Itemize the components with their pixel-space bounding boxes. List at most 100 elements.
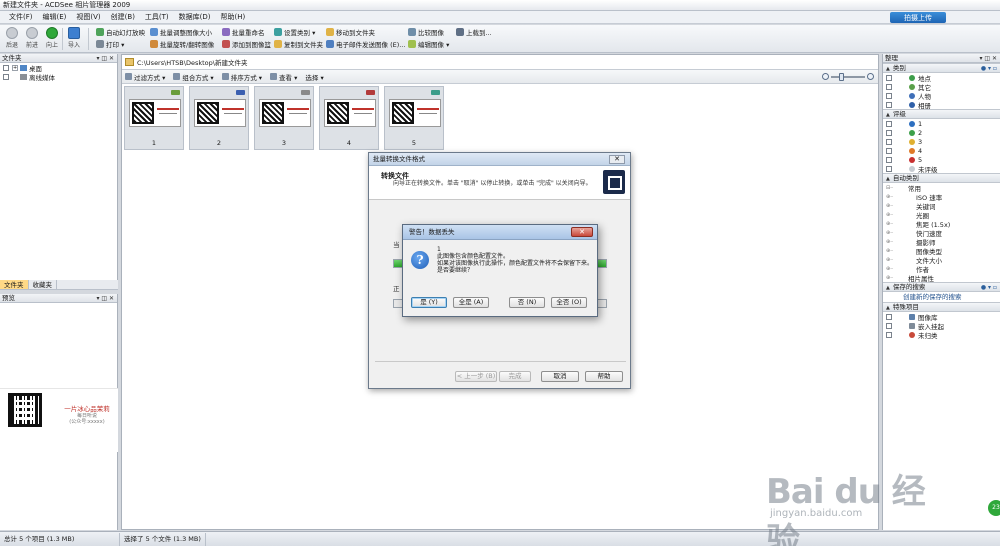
rating-item[interactable]: 3 [883, 137, 1000, 146]
zoom-out-icon[interactable] [822, 73, 829, 80]
category-item[interactable]: 地点 [883, 73, 1000, 83]
tab-folders[interactable]: 文件夹 [0, 280, 29, 289]
auto-category-item[interactable]: ⊕┈ 文件大小 [883, 255, 1000, 265]
expand-icon[interactable]: + [12, 64, 18, 71]
checkbox[interactable] [886, 138, 892, 145]
checkbox[interactable] [886, 322, 892, 329]
group-button[interactable]: 组合方式 ▾ [173, 72, 214, 82]
checkbox[interactable] [886, 129, 892, 136]
upload-button[interactable]: 拍摄上传 [890, 12, 946, 23]
checkbox[interactable] [886, 313, 892, 320]
no-to-all-button[interactable]: 全否 (O) [551, 297, 587, 308]
category-item[interactable]: 人物 [883, 91, 1000, 101]
thumbnail[interactable]: 4 [319, 86, 379, 150]
rating-item[interactable]: 1 [883, 119, 1000, 128]
tree-item-offline[interactable]: 离线媒体 [0, 72, 117, 82]
forward-button[interactable]: 前进 [22, 27, 42, 49]
category-item[interactable]: 相册 [883, 100, 1000, 110]
move-to-folder-button[interactable]: 移动到文件夹 [326, 27, 405, 37]
up-button[interactable]: 向上 [42, 27, 62, 49]
zoom-in-icon[interactable] [867, 73, 874, 80]
add-to-basket-button[interactable]: 添加到图像篮 [222, 39, 271, 49]
rating-item[interactable]: 5 [883, 155, 1000, 164]
tree-item-desktop[interactable]: + 桌面 [0, 63, 117, 73]
edit-image-button[interactable]: 编辑图像 ▾ [408, 39, 449, 49]
rating-item[interactable]: 4 [883, 146, 1000, 155]
menu-file[interactable]: 文件(F) [4, 11, 38, 24]
yes-button[interactable]: 是 (Y) [411, 297, 447, 308]
menu-edit[interactable]: 编辑(E) [38, 11, 72, 24]
yes-to-all-button[interactable]: 全是 (A) [453, 297, 489, 308]
thumbnail[interactable]: 3 [254, 86, 314, 150]
panel-pin-icon[interactable]: ▾ ◫ ✕ [979, 54, 997, 63]
auto-category-item[interactable]: ⊕┈ ISO 速率 [883, 192, 1000, 202]
categories-header[interactable]: ▲ 类别 ● ▾ ▫ [883, 63, 1000, 73]
set-category-button[interactable]: 设置类别 ▾ [274, 27, 323, 37]
menu-tools[interactable]: 工具(T) [140, 11, 174, 24]
create-saved-search-link[interactable]: 创建新的保存的搜索 [883, 292, 1000, 302]
checkbox[interactable] [886, 92, 892, 99]
zoom-slider[interactable] [831, 72, 865, 81]
copy-to-folder-button[interactable]: 复制到文件夹 [274, 39, 323, 49]
print-button[interactable]: 打印 ▾ [96, 39, 145, 49]
checkbox[interactable] [3, 73, 9, 80]
batch-rename-button[interactable]: 批量重命名 [222, 27, 271, 37]
checkbox[interactable] [886, 74, 892, 81]
help-button[interactable]: 帮助 [585, 371, 623, 382]
auto-category-item[interactable]: ⊕┈ 关键词 [883, 201, 1000, 211]
path-bar[interactable]: C:\Users\HTSB\Desktop\新建文件夹 [122, 55, 878, 70]
select-button[interactable]: 选择 ▾ [305, 72, 323, 82]
saved-searches-header[interactable]: ▲ 保存的搜索 ● ▾ ▫ [883, 282, 1000, 292]
batch-rotate-button[interactable]: 批量旋转/翻转图像 [150, 39, 214, 49]
menu-create[interactable]: 创建(B) [106, 11, 140, 24]
back-step-button[interactable]: < 上一步 (B) [455, 371, 497, 382]
rating-header[interactable]: ▲ 评级 [883, 109, 1000, 119]
finish-button[interactable]: 完成 [499, 371, 531, 382]
checkbox[interactable] [886, 156, 892, 163]
batch-resize-button[interactable]: 批量调整图像大小 [150, 27, 214, 37]
panel-pin-icon[interactable]: ▾ ◫ ✕ [96, 54, 114, 63]
import-button[interactable]: 导入 [64, 27, 84, 49]
back-button[interactable]: 后退 [2, 27, 22, 49]
checkbox[interactable] [886, 83, 892, 90]
checkbox[interactable] [3, 64, 9, 71]
view-button[interactable]: 查看 ▾ [270, 72, 297, 82]
zoom-slider-handle[interactable] [839, 72, 844, 81]
close-icon[interactable]: ✕ [609, 155, 625, 164]
close-icon[interactable]: ✕ [571, 227, 593, 237]
menu-help[interactable]: 帮助(H) [216, 11, 251, 24]
slideshow-button[interactable]: 自动幻灯放映 [96, 27, 145, 37]
add-category-icon[interactable]: ● ▾ ▫ [981, 64, 997, 73]
zoom-control[interactable] [822, 72, 874, 81]
thumbnail[interactable]: 1 [124, 86, 184, 150]
rating-item[interactable]: 未评级 [883, 164, 1000, 174]
sort-button[interactable]: 排序方式 ▾ [221, 72, 262, 82]
special-items-header[interactable]: ▲ 特殊项目 [883, 302, 1000, 312]
category-item[interactable]: 其它 [883, 82, 1000, 92]
upload-to-button[interactable]: 上载到... [456, 27, 492, 37]
filter-button[interactable]: 过滤方式 ▾ [125, 72, 165, 82]
checkbox[interactable] [886, 165, 892, 172]
menu-database[interactable]: 数据库(D) [174, 11, 216, 24]
thumbnail[interactable]: 5 [384, 86, 444, 150]
checkbox[interactable] [886, 101, 892, 108]
panel-pin-icon[interactable]: ▾ ◫ ✕ [96, 294, 114, 303]
auto-category-item[interactable]: ⊕┈ 作者 [883, 264, 1000, 274]
menu-view[interactable]: 视图(V) [71, 11, 105, 24]
rating-item[interactable]: 2 [883, 128, 1000, 137]
checkbox[interactable] [886, 331, 892, 338]
email-images-button[interactable]: 电子邮件发送图像 (E)... [326, 39, 405, 49]
checkbox[interactable] [886, 147, 892, 154]
cancel-button[interactable]: 取消 [541, 371, 579, 382]
checkbox[interactable] [886, 120, 892, 127]
auto-categories-header[interactable]: ▲ 自动类别 [883, 173, 1000, 183]
thumbnail[interactable]: 2 [189, 86, 249, 150]
special-item[interactable]: 未归类 [883, 330, 1000, 340]
no-button[interactable]: 否 (N) [509, 297, 545, 308]
add-search-icon[interactable]: ● ▾ ▫ [981, 283, 997, 292]
tab-favorites[interactable]: 收藏夹 [29, 280, 57, 289]
auto-category-root[interactable]: ⊕┈ 相片属性 [883, 273, 1000, 283]
special-item[interactable]: 嵌入挂起 [883, 321, 1000, 331]
compare-images-button[interactable]: 比较图像 [408, 27, 449, 37]
auto-category-item[interactable]: ⊕┈ 快门速度 [883, 228, 1000, 238]
